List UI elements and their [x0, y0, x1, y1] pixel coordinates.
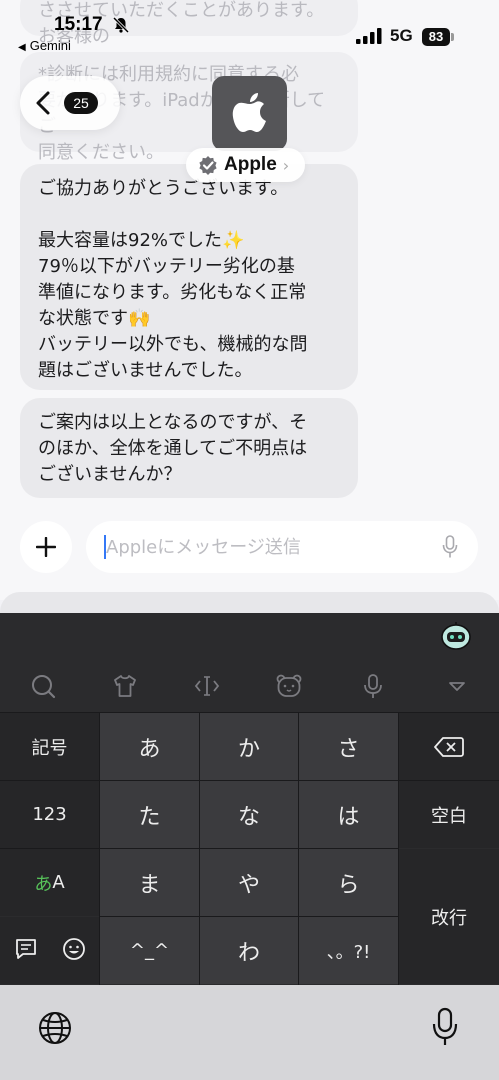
clock: 15:17	[54, 14, 103, 35]
signal-icon	[356, 28, 382, 44]
back-app-label: Gemini	[29, 38, 71, 53]
contact-avatar[interactable]	[212, 76, 287, 151]
key-kaomoji[interactable]: ^_^	[100, 917, 199, 984]
key-ra[interactable]: ら	[299, 849, 398, 916]
text-caret	[104, 535, 106, 559]
key-numbers[interactable]: 123	[0, 781, 99, 848]
contact-name-button[interactable]: Apple ›	[186, 148, 306, 182]
key-ma[interactable]: ま	[100, 849, 199, 916]
key-na[interactable]: な	[200, 781, 298, 848]
keyboard-divider	[100, 916, 399, 917]
attach-button[interactable]	[20, 521, 72, 573]
keyboard-divider	[0, 712, 499, 713]
kana-label: あ	[34, 873, 53, 895]
network-type: 5G	[390, 26, 413, 45]
plus-icon	[36, 537, 56, 557]
key-wa[interactable]: わ	[200, 917, 298, 984]
status-bar: 15:17 ◀ Gemini 5G 83	[0, 0, 499, 60]
message-composer	[0, 515, 499, 577]
key-ya[interactable]: や	[200, 849, 298, 916]
chevron-right-icon: ›	[282, 155, 290, 175]
key-ka[interactable]: か	[200, 713, 298, 780]
back-button[interactable]: 25	[20, 76, 120, 130]
key-ta[interactable]: た	[100, 781, 199, 848]
keyboard-divider	[298, 712, 299, 985]
robot-icon[interactable]	[440, 621, 472, 651]
alpha-label: A	[52, 872, 65, 893]
keyboard-divider	[0, 780, 499, 781]
key-delete[interactable]	[399, 713, 499, 780]
keyboard-divider	[99, 712, 100, 985]
keyboard-divider	[398, 712, 399, 985]
mic-icon[interactable]	[360, 673, 386, 699]
chevron-left-icon	[36, 91, 50, 115]
dictation-mic-icon[interactable]	[432, 1007, 458, 1047]
battery-level: 83	[422, 28, 450, 46]
bear-face-icon[interactable]	[276, 673, 302, 699]
key-row-extra	[0, 917, 99, 984]
back-triangle-icon: ◀	[18, 42, 26, 53]
key-symbols[interactable]: 記号	[0, 713, 99, 780]
contact-name: Apple	[224, 154, 277, 175]
globe-icon[interactable]	[38, 1011, 72, 1045]
delete-icon	[434, 736, 464, 757]
message-bubble: ご協力ありがとうございます。 最大容量は92%でした✨ 79％以下がバッテリー劣…	[20, 164, 358, 390]
keyboard-system-bar	[0, 985, 499, 1080]
key-kana-alpha[interactable]: あA	[0, 849, 99, 916]
key-space[interactable]: 空白	[399, 781, 499, 848]
key-a[interactable]: あ	[100, 713, 199, 780]
microphone-icon[interactable]	[442, 535, 458, 559]
keyboard-divider	[199, 712, 200, 985]
keyboard-toolbar	[0, 613, 499, 710]
key-punctuation[interactable]: 、。?!	[299, 917, 398, 984]
memo-icon[interactable]	[14, 937, 38, 961]
key-ha[interactable]: は	[299, 781, 398, 848]
search-icon[interactable]	[30, 673, 56, 699]
bell-off-icon	[112, 16, 130, 34]
back-to-app-link[interactable]: ◀ Gemini	[18, 38, 71, 53]
verified-badge-icon	[199, 156, 217, 175]
key-return[interactable]: 改行	[399, 849, 499, 984]
unread-count-badge: 25	[64, 92, 98, 114]
hide-keyboard-icon[interactable]	[444, 673, 470, 699]
message-bubble: ご案内は以上となるのですが、そ のほか、全体を通してご不明点は ございませんか？	[20, 398, 358, 498]
cursor-icon[interactable]	[194, 673, 220, 699]
battery-cap	[451, 33, 454, 41]
apple-logo-icon	[232, 93, 266, 132]
message-input[interactable]	[86, 521, 478, 573]
emoji-icon[interactable]	[62, 937, 86, 961]
shirt-icon[interactable]	[112, 673, 138, 699]
key-sa[interactable]: さ	[299, 713, 398, 780]
